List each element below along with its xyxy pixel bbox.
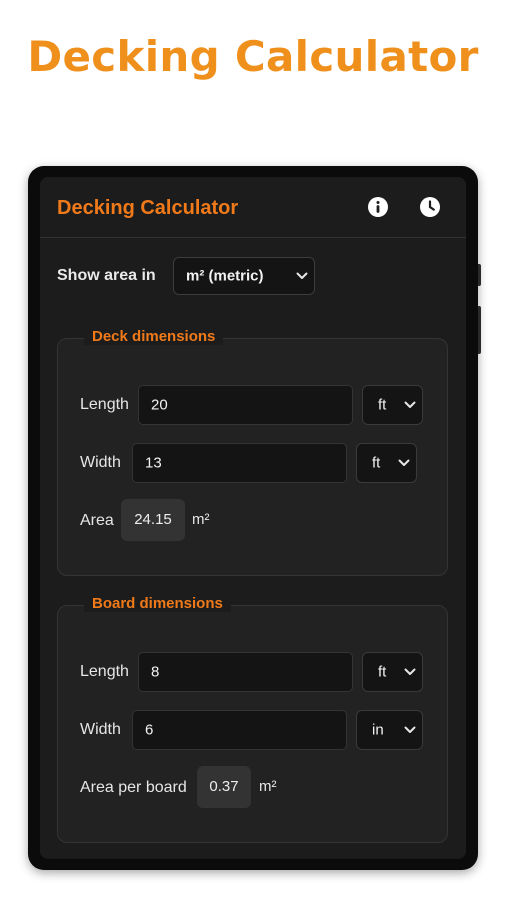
device-volume-button <box>478 306 481 354</box>
deck-width-label: Width <box>80 454 121 471</box>
clock-icon[interactable] <box>419 196 441 218</box>
board-area-unit: m² <box>259 778 277 795</box>
deck-length-value: 20 <box>151 396 168 414</box>
chevron-down-icon <box>404 726 416 733</box>
deck-area-unit: m² <box>192 511 210 528</box>
board-width-input[interactable]: 6 <box>132 710 347 750</box>
deck-dimensions-fieldset: Deck dimensions Length 20 ft Width 13 ft <box>57 328 448 576</box>
app-header: Decking Calculator <box>40 177 466 238</box>
board-width-unit-select[interactable]: in <box>356 710 423 750</box>
board-dimensions-fieldset: Board dimensions Length 8 ft Width 6 in <box>57 595 448 843</box>
board-length-label: Length <box>80 663 129 680</box>
chevron-down-icon <box>404 668 416 675</box>
board-area-value: 0.37 <box>197 766 251 808</box>
device-side-button <box>478 264 481 286</box>
board-length-unit-select[interactable]: ft <box>362 652 423 692</box>
app-screen: Decking Calculator Show area in m² (metr… <box>40 177 466 859</box>
deck-width-unit-value: ft <box>372 454 381 472</box>
board-width-label: Width <box>80 721 121 738</box>
area-unit-value: m² (metric) <box>186 267 264 285</box>
board-area-label: Area per board <box>80 779 187 796</box>
deck-length-unit-value: ft <box>378 396 387 414</box>
deck-length-unit-select[interactable]: ft <box>362 385 423 425</box>
deck-width-unit-select[interactable]: ft <box>356 443 417 483</box>
chevron-down-icon <box>398 459 410 466</box>
board-width-unit-value: in <box>372 721 384 739</box>
board-length-value: 8 <box>151 663 160 681</box>
device-frame: Decking Calculator Show area in m² (metr… <box>28 166 481 870</box>
deck-width-input[interactable]: 13 <box>132 443 347 483</box>
board-width-value: 6 <box>145 721 154 739</box>
deck-area-value: 24.15 <box>121 499 185 541</box>
deck-width-value: 13 <box>145 454 162 472</box>
board-length-input[interactable]: 8 <box>138 652 353 692</box>
board-length-unit-value: ft <box>378 663 387 681</box>
deck-length-input[interactable]: 20 <box>138 385 353 425</box>
promo-headline: Decking Calculator <box>27 32 479 81</box>
info-icon[interactable] <box>367 196 389 218</box>
chevron-down-icon <box>296 272 308 279</box>
area-unit-label: Show area in <box>57 267 156 284</box>
chevron-down-icon <box>404 401 416 408</box>
deck-length-label: Length <box>80 396 129 413</box>
deck-area-label: Area <box>80 512 114 529</box>
app-title: Decking Calculator <box>57 197 239 219</box>
area-unit-select[interactable]: m² (metric) <box>173 257 315 295</box>
board-dimensions-legend: Board dimensions <box>84 595 231 612</box>
deck-dimensions-legend: Deck dimensions <box>84 328 224 345</box>
